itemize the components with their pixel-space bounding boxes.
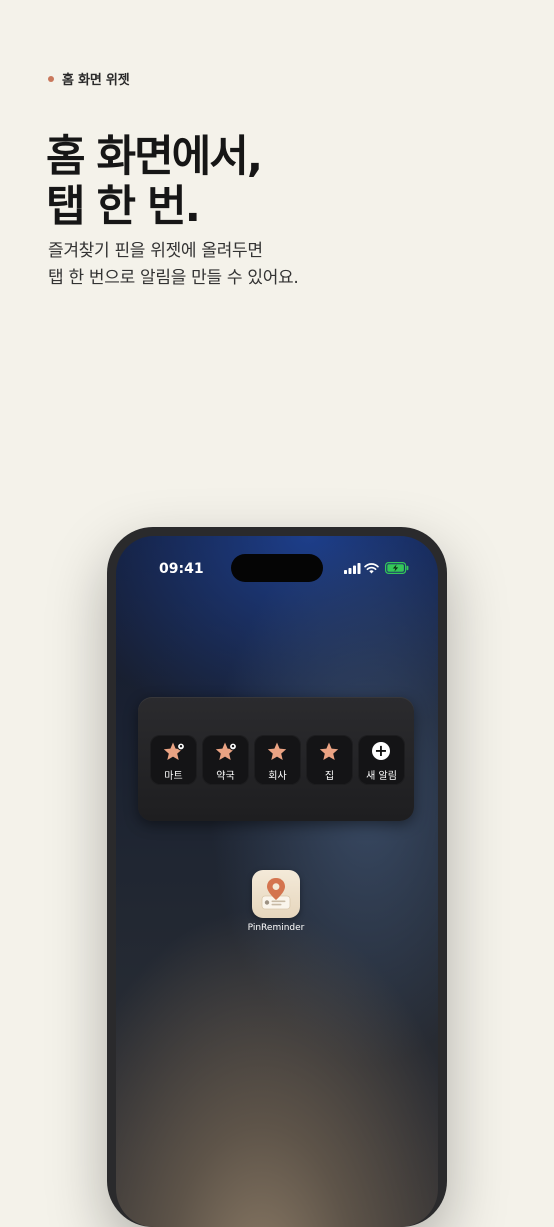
app-icon-pinreminder[interactable] [252,870,300,918]
subtitle: 즐겨찾기 핀을 위젯에 올려두면 탭 한 번으로 알림을 만들 수 있어요. [48,238,299,292]
plus-icon: + [372,742,390,760]
star-icon [319,742,339,760]
widget-pin-pharmacy[interactable]: 약국 [202,735,249,785]
headline-line-1: 홈 화면에서, [46,132,263,182]
favorites-widget: 마트 약국 회사 집 + 새 알림 [138,697,414,821]
location-pin-icon [261,878,291,910]
status-time: 09:41 [159,561,204,577]
cellular-signal-icon [344,563,361,574]
subtitle-line-1: 즐겨찾기 핀을 위젯에 올려두면 [48,241,263,261]
widget-pin-home[interactable]: 집 [306,735,353,785]
subtitle-line-2: 탭 한 번으로 알림을 만들 수 있어요. [48,268,299,288]
headline-line-2: 탭 한 번. [46,182,201,232]
headline: 홈 화면에서, 탭 한 번. [46,132,263,232]
wifi-icon [364,563,379,574]
widget-pin-office[interactable]: 회사 [254,735,301,785]
widget-new-reminder-button[interactable]: + 새 알림 [358,735,405,785]
star-pin-icon [163,742,185,760]
new-reminder-label: 새 알림 [366,771,397,782]
app-name-label: PinReminder [247,923,305,933]
star-icon [267,742,287,760]
battery-charging-icon [385,562,409,574]
status-bar: 09:41 [116,554,438,582]
widget-pin-mart[interactable]: 마트 [150,735,197,785]
phone-screen: 09:41 마트 약국 회사 집 + 새 알림 PinReminder [116,536,438,1227]
star-pin-icon [215,742,237,760]
phone-mockup: 09:41 마트 약국 회사 집 + 새 알림 PinReminder [107,527,447,1227]
dynamic-island [231,554,323,582]
widget-pin-label: 집 [324,771,335,782]
eyebrow-label: 홈 화면 위젯 [62,73,130,88]
widget-pin-label: 회사 [268,771,287,782]
widget-pin-label: 약국 [216,771,235,782]
widget-pin-label: 마트 [164,771,183,782]
accent-dot [48,75,54,82]
section-eyebrow: 홈 화면 위젯 [48,69,130,88]
